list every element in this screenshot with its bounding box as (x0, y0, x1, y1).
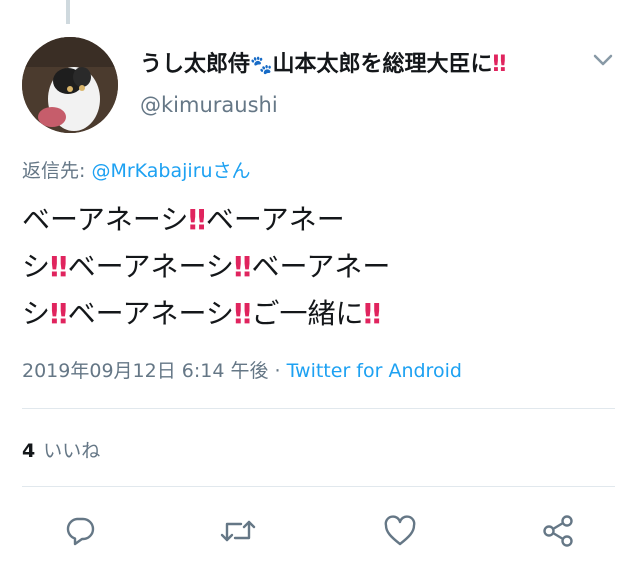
exclamation-emoji: ‼ (233, 297, 252, 330)
tweet-text-segment: ベーアネーシ (22, 203, 189, 236)
user-handle[interactable]: @kimuraushi (140, 93, 278, 117)
display-name-prefix: うし太郎侍 (140, 52, 251, 77)
avatar[interactable] (22, 37, 118, 133)
exclamation-emoji: ‼ (492, 52, 507, 77)
exclamation-emoji: ‼ (233, 250, 252, 283)
tweet-text-segment: ベーアネー (205, 203, 345, 236)
tweet-text-segment: シ (22, 250, 51, 283)
tweet-text: ベーアネーシ‼ベーアネー シ‼ベーアネーシ‼ベーアネー シ‼ベーアネーシ‼ご一緒に‼ (22, 196, 592, 337)
share-icon (543, 515, 573, 547)
source-link[interactable]: Twitter for Android (287, 360, 462, 382)
reply-label: 返信先: (22, 160, 92, 182)
tweet-text-segment: ベーアネー (251, 250, 391, 283)
meta-separator: · (268, 360, 287, 382)
retweet-button[interactable] (216, 509, 260, 553)
reply-context: 返信先: @MrKabajiruさん (22, 156, 251, 183)
like-icon (384, 515, 416, 546)
exclamation-emoji: ‼ (363, 297, 382, 330)
tweet-text-segment: ご一緒に (251, 297, 364, 330)
tweet-text-segment: シ (22, 297, 51, 330)
retweet-icon (220, 520, 256, 542)
reply-target-handle: @MrKabajiru (91, 160, 213, 182)
like-button[interactable] (378, 509, 422, 553)
tweet-text-segment: ベーアネーシ (67, 297, 234, 330)
likes-count: 4 (22, 440, 36, 462)
reply-icon (66, 517, 95, 546)
reply-target-link[interactable]: @MrKabajiruさん (91, 160, 250, 182)
reply-button[interactable] (58, 509, 102, 553)
tweet-line: シ‼ベーアネーシ‼ベーアネー (22, 243, 592, 290)
display-name[interactable]: うし太郎侍🐾山本太郎を総理大臣に‼ (140, 46, 506, 78)
timestamp[interactable]: 2019年09月12日 6:14 午後 (22, 360, 268, 382)
likes-stat[interactable]: 4 いいね (22, 436, 100, 463)
tweet-text-segment: ベーアネーシ (67, 250, 234, 283)
reply-target-suffix: さん (212, 160, 251, 182)
exclamation-emoji: ‼ (50, 297, 68, 330)
chevron-down-icon[interactable] (592, 52, 614, 68)
divider (22, 486, 615, 487)
tweet-line: ベーアネーシ‼ベーアネー (22, 196, 592, 243)
share-button[interactable] (536, 509, 580, 553)
tweet-meta: 2019年09月12日 6:14 午後 · Twitter for Androi… (22, 356, 462, 383)
divider (22, 408, 615, 409)
paw-emoji: 🐾 (250, 55, 273, 76)
exclamation-emoji: ‼ (50, 250, 68, 283)
thread-connector (66, 0, 70, 24)
likes-label: いいね (43, 440, 101, 462)
exclamation-emoji: ‼ (188, 203, 206, 236)
display-name-suffix: 山本太郎を総理大臣に (272, 52, 493, 77)
tweet-line: シ‼ベーアネーシ‼ご一緒に‼ (22, 290, 592, 337)
